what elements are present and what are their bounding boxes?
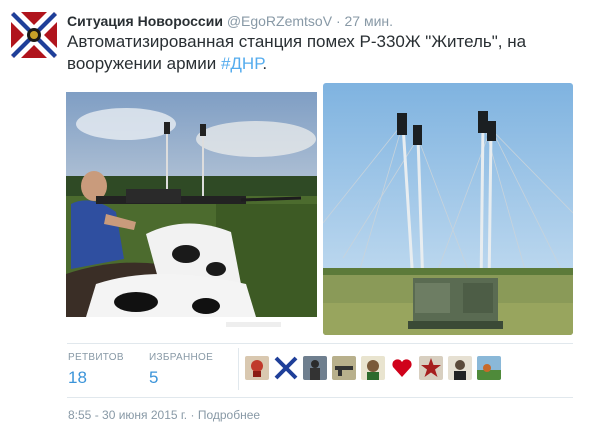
author-handle[interactable]: @EgoRZemtsoV [227, 13, 332, 29]
tweet-header: Ситуация Новороссии @EgoRZemtsoV · 27 ми… [67, 12, 577, 30]
hashtag-link[interactable]: #ДНР [221, 54, 262, 73]
tweet-body: Автоматизированная станция помех Р-330Ж … [67, 32, 527, 73]
heart-avatar-icon[interactable] [390, 356, 414, 380]
cartoon-avatar-icon[interactable] [361, 356, 385, 380]
stats-bottom-divider [67, 397, 573, 398]
favorites-stat[interactable]: ИЗБРАННОЕ 5 [149, 352, 213, 388]
details-link[interactable]: Подробнее [198, 408, 260, 422]
photo-soldier[interactable] [66, 84, 317, 334]
x-flag-avatar-icon[interactable] [274, 356, 298, 380]
favorites-count[interactable]: 5 [149, 368, 213, 388]
retweets-count[interactable]: 18 [68, 368, 124, 388]
author-name[interactable]: Ситуация Новороссии [67, 13, 223, 29]
soldier-photo-image [66, 84, 317, 334]
jamming-station-image [323, 83, 573, 335]
author-avatar[interactable] [11, 12, 57, 58]
skull-avatar-icon[interactable] [245, 356, 269, 380]
header-separator: · [335, 13, 341, 29]
tweet-timestamp[interactable]: 8:55 - 30 июня 2015 г. [68, 408, 187, 422]
photo-jamming-station[interactable] [323, 83, 573, 335]
footer-separator: · [190, 408, 195, 422]
gun-avatar-icon[interactable] [332, 356, 356, 380]
star-avatar-icon[interactable] [419, 356, 443, 380]
retweets-stat[interactable]: РЕТВИТОВ 18 [68, 352, 124, 388]
portrait-avatar-icon[interactable] [448, 356, 472, 380]
stats-top-divider [67, 343, 573, 344]
favorites-label[interactable]: ИЗБРАННОЕ [149, 352, 213, 363]
tweet-footer: 8:55 - 30 июня 2015 г. · Подробнее [68, 408, 260, 422]
retweets-label[interactable]: РЕТВИТОВ [68, 352, 124, 363]
tweet-time[interactable]: 27 мин. [345, 13, 394, 29]
novorossiya-flag-avatar-icon [11, 12, 57, 58]
tweet-text: Автоматизированная станция помех Р-330Ж … [67, 31, 567, 75]
tweet-trailing: . [262, 54, 268, 73]
stats-separator [238, 348, 239, 390]
soldier-avatar-icon[interactable] [303, 356, 327, 380]
retweeter-avatars [245, 356, 506, 382]
landscape-avatar-icon[interactable] [477, 356, 501, 380]
